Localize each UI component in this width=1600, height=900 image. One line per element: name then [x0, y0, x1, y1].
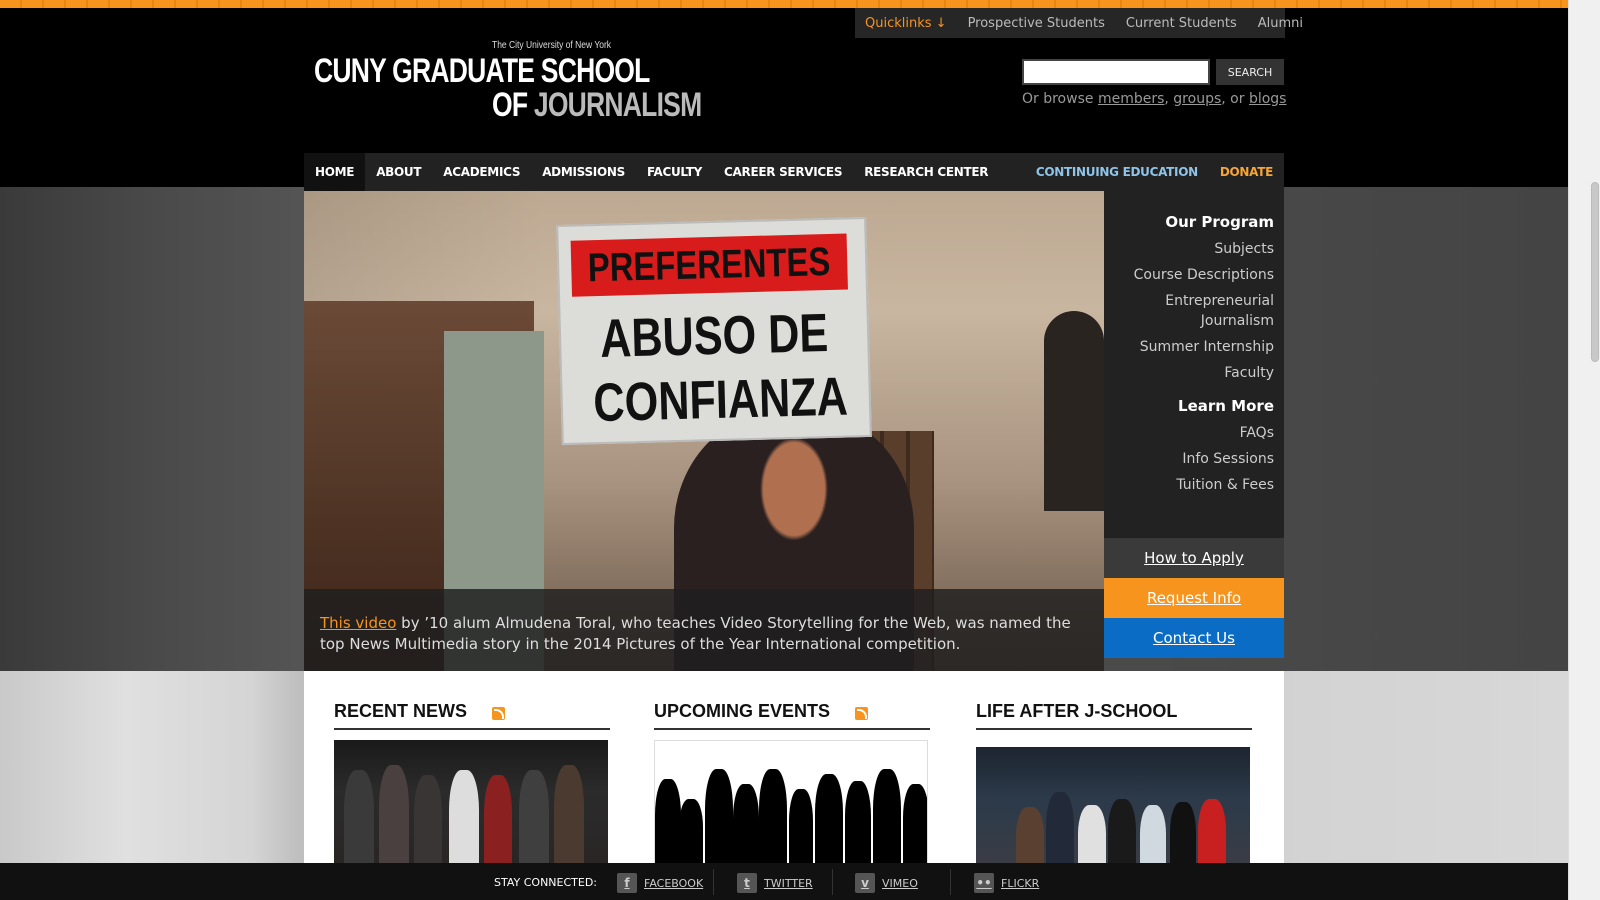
twitter-icon: t — [737, 873, 757, 893]
quicklinks-toggle[interactable]: Quicklinks ↓ — [865, 16, 947, 31]
sign-red-banner: PREFERENTES — [570, 233, 848, 297]
request-info-button[interactable]: Request Info — [1104, 578, 1284, 618]
sidebar-link-tuition-fees[interactable]: Tuition & Fees — [1104, 475, 1274, 495]
sidebar-link-entrepreneurial-journalism[interactable]: Entrepreneurial Journalism — [1104, 291, 1274, 331]
facebook-icon: f — [617, 873, 637, 893]
recent-news-column: RECENT NEWS — [334, 701, 610, 870]
quicklink-current-students[interactable]: Current Students — [1126, 16, 1237, 31]
content-area: RECENT NEWS UPCOMING EVENTS LIFE AFTER J… — [304, 671, 1284, 877]
nav-research-center[interactable]: RESEARCH CENTER — [853, 153, 999, 191]
program-sidebar: Our Program Subjects Course Descriptions… — [1104, 191, 1284, 539]
site-logo[interactable]: The City University of New York CUNY GRA… — [314, 38, 702, 124]
page-scrollbar[interactable] — [1568, 0, 1600, 900]
hero-caption: This video by ’10 alum Almudena Toral, w… — [304, 589, 1104, 671]
footer-flickr-link[interactable]: •• FLICKR — [974, 872, 1039, 894]
sidebar-link-faculty[interactable]: Faculty — [1104, 363, 1274, 383]
hero-image[interactable]: PREFERENTES ABUSO DE CONFIANZA This vide… — [304, 191, 1104, 671]
browse-members-link[interactable]: members — [1098, 91, 1164, 107]
flickr-icon: •• — [974, 873, 994, 893]
social-footer: STAY CONNECTED: f FACEBOOK t TWITTER v VIME… — [0, 863, 1568, 900]
vimeo-icon: v — [855, 873, 875, 893]
upcoming-events-column: UPCOMING EVENTS — [654, 701, 930, 870]
quicklinks-bar: Quicklinks ↓ Prospective Students Curren… — [855, 8, 1303, 38]
life-after-column: LIFE AFTER J-SCHOOL — [976, 701, 1252, 877]
upcoming-events-image[interactable] — [654, 740, 928, 870]
rss-icon[interactable] — [855, 706, 869, 720]
logo-university: The City University of New York — [492, 40, 612, 51]
nav-continuing-education[interactable]: CONTINUING EDUCATION — [1025, 153, 1209, 191]
how-to-apply-button[interactable]: How to Apply — [1104, 538, 1284, 578]
sign-line3: CONFIANZA — [592, 366, 849, 434]
hero-caption-link[interactable]: This video — [320, 614, 396, 632]
footer-vimeo-link[interactable]: v VIMEO — [855, 872, 918, 894]
logo-line2: OF JOURNALISM — [492, 86, 702, 124]
sidebar-link-info-sessions[interactable]: Info Sessions — [1104, 449, 1274, 469]
search-input[interactable] — [1022, 59, 1210, 85]
footer-facebook-link[interactable]: f FACEBOOK — [617, 872, 703, 894]
browse-blogs-link[interactable]: blogs — [1249, 91, 1287, 107]
browse-groups-link[interactable]: groups — [1173, 91, 1221, 107]
sign-line2: ABUSO DE — [599, 303, 829, 369]
top-accent-stripe — [0, 0, 1568, 8]
footer-separator — [713, 869, 714, 895]
nav-academics[interactable]: ACADEMICS — [432, 153, 531, 191]
recent-news-heading: RECENT NEWS — [334, 701, 610, 730]
nav-career-services[interactable]: CAREER SERVICES — [713, 153, 853, 191]
quicklink-prospective-students[interactable]: Prospective Students — [968, 16, 1105, 31]
nav-about[interactable]: ABOUT — [365, 153, 432, 191]
protest-sign: PREFERENTES ABUSO DE CONFIANZA — [556, 216, 872, 446]
sidebar-link-subjects[interactable]: Subjects — [1104, 239, 1274, 259]
nav-admissions[interactable]: ADMISSIONS — [531, 153, 636, 191]
our-program-heading: Our Program — [1165, 213, 1274, 231]
stay-connected-label: STAY CONNECTED: — [494, 876, 598, 889]
rss-icon[interactable] — [492, 706, 506, 720]
sidebar-link-faqs[interactable]: FAQs — [1104, 423, 1274, 443]
scrollbar-thumb[interactable] — [1591, 182, 1599, 362]
sidebar-link-course-descriptions[interactable]: Course Descriptions — [1104, 265, 1274, 285]
life-after-image[interactable] — [976, 747, 1250, 877]
quicklink-alumni[interactable]: Alumni — [1258, 16, 1303, 31]
learn-more-heading: Learn More — [1178, 397, 1274, 415]
hero-window — [1044, 311, 1104, 511]
recent-news-image[interactable] — [334, 740, 608, 870]
search-button[interactable]: SEARCH — [1216, 59, 1284, 85]
nav-home[interactable]: HOME — [304, 153, 366, 191]
nav-faculty[interactable]: FACULTY — [636, 153, 713, 191]
life-after-heading: LIFE AFTER J-SCHOOL — [976, 701, 1252, 730]
nav-donate[interactable]: DONATE — [1209, 153, 1284, 191]
browse-links: Or browse members, groups, or blogs — [1022, 91, 1287, 107]
footer-separator — [950, 869, 951, 895]
main-nav: HOME ABOUT ACADEMICS ADMISSIONS FACULTY … — [304, 153, 1284, 191]
contact-us-button[interactable]: Contact Us — [1104, 618, 1284, 658]
footer-twitter-link[interactable]: t TWITTER — [737, 872, 813, 894]
footer-separator — [832, 869, 833, 895]
upcoming-events-heading: UPCOMING EVENTS — [654, 701, 930, 730]
sidebar-link-summer-internship[interactable]: Summer Internship — [1104, 337, 1274, 357]
